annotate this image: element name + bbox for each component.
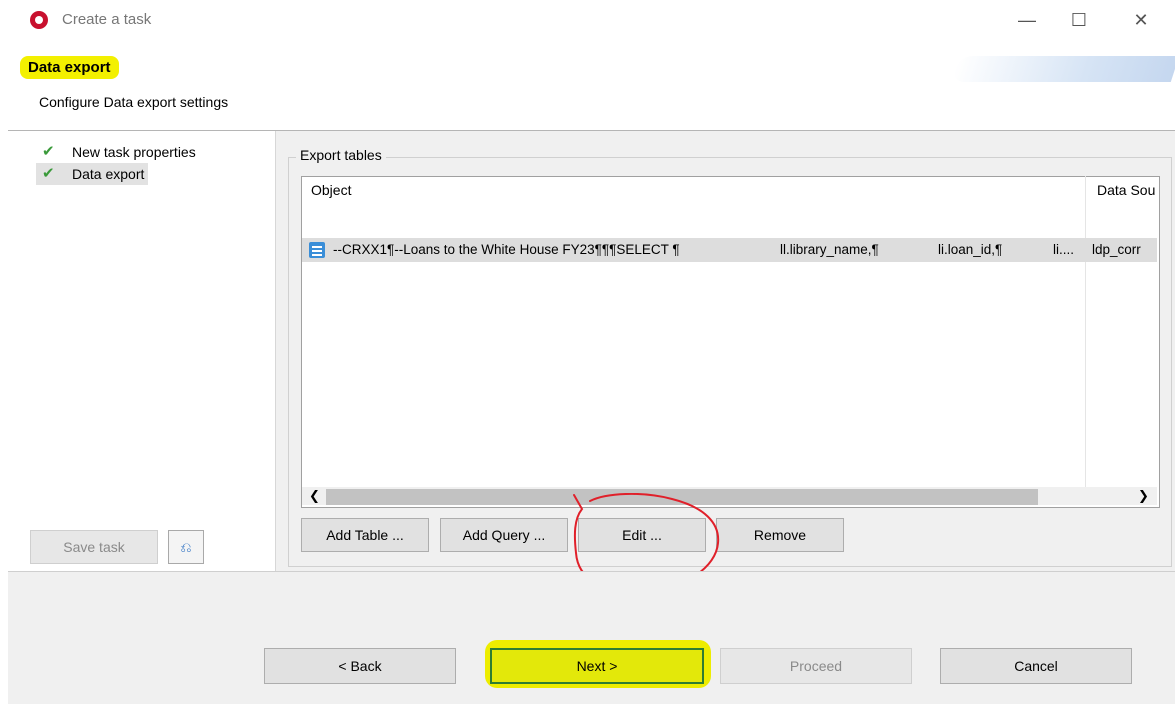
close-button[interactable]: ✕ (1118, 4, 1164, 36)
step-new-task-properties[interactable]: ✔ New task properties (36, 141, 200, 163)
check-icon: ✔ (42, 143, 55, 160)
cancel-button[interactable]: Cancel (940, 648, 1132, 684)
edit-button[interactable]: Edit ... (578, 518, 706, 552)
back-button[interactable]: < Back (264, 648, 456, 684)
app-logo-icon (30, 11, 48, 29)
check-icon: ✔ (42, 165, 55, 182)
task-structure-button[interactable]: ⎌ (168, 530, 204, 564)
next-button[interactable]: Next > (490, 648, 704, 684)
minimize-button[interactable]: — (1004, 4, 1050, 36)
maximize-button[interactable]: ☐ (1056, 4, 1102, 36)
panel-splitter[interactable] (275, 131, 284, 571)
table-cell-data-source: ldp_corr (1092, 242, 1141, 257)
wizard-steps-panel (8, 131, 275, 571)
step-label: New task properties (72, 144, 196, 160)
table-cell-object: li.loan_id,¶ (938, 242, 1003, 257)
proceed-button[interactable]: Proceed (720, 648, 912, 684)
header-banner-graphic (950, 56, 1175, 82)
step-label: Data export (72, 166, 145, 182)
tree-structure-icon: ⎌ (180, 539, 192, 555)
scroll-left-arrow-icon[interactable]: ❮ (309, 488, 320, 504)
page-subtitle: Configure Data export settings (39, 94, 229, 110)
scroll-right-arrow-icon[interactable]: ❯ (1138, 488, 1149, 504)
scrollbar-thumb[interactable] (326, 489, 1038, 505)
page-title: Data export (20, 56, 119, 79)
export-tables-label: Export tables (296, 147, 386, 163)
window-title-bar (8, 0, 1175, 46)
column-header-object[interactable]: Object (311, 182, 351, 198)
add-table-button[interactable]: Add Table ... (301, 518, 429, 552)
step-data-export[interactable]: ✔ Data export (36, 163, 149, 185)
query-document-icon (309, 242, 325, 258)
add-query-button[interactable]: Add Query ... (440, 518, 568, 552)
column-divider[interactable] (1085, 176, 1086, 488)
column-header-data-source[interactable]: Data Sou (1097, 182, 1157, 198)
export-tables-table[interactable] (301, 176, 1160, 508)
table-cell-object: li.... (1053, 242, 1075, 257)
save-task-button[interactable]: Save task (30, 530, 158, 564)
window-title: Create a task (62, 11, 152, 28)
remove-button[interactable]: Remove (716, 518, 844, 552)
table-cell-object: --CRXX1¶--Loans to the White House FY23¶… (333, 242, 680, 257)
table-cell-object: ll.library_name,¶ (780, 242, 879, 257)
wizard-header: Data export Configure Data export settin… (8, 46, 1175, 131)
